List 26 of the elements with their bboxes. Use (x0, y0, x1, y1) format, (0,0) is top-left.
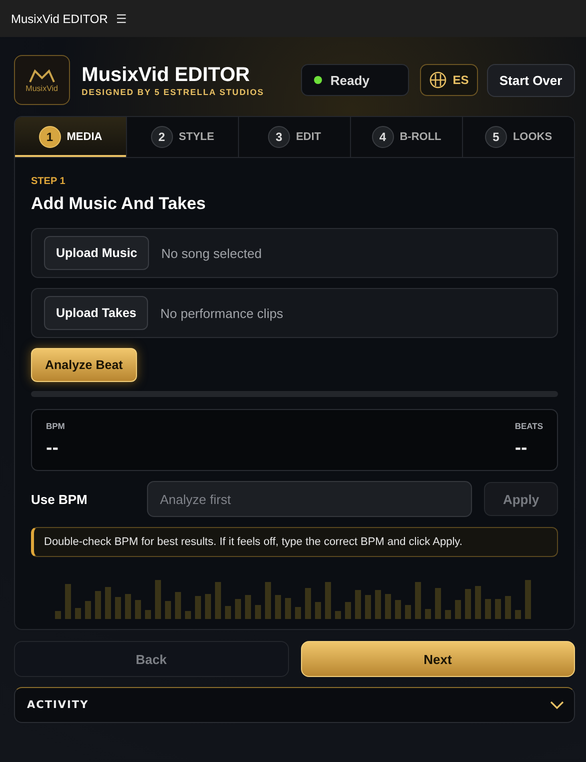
upload-button[interactable]: Upload Music (44, 236, 150, 270)
step-label: STEP 1 (31, 176, 66, 187)
app-heading: MusixVid EDITOR (82, 64, 251, 86)
stat-label: BPM (46, 421, 65, 431)
globe-icon (428, 71, 447, 89)
chevron-down-icon (550, 700, 564, 710)
step-title: Add Music And Takes (31, 194, 207, 214)
app-subtitle: DESIGNED BY 5 ESTRELLA STUDIOS (82, 86, 266, 96)
next-button[interactable]: Next (300, 641, 575, 677)
menu-button[interactable]: ☰ (116, 12, 127, 26)
language-button[interactable]: ES (420, 64, 478, 96)
start-over-button[interactable]: Start Over (486, 64, 576, 96)
upload-status: No performance clips (160, 306, 284, 320)
stat-value: -- (514, 439, 528, 457)
app-logo: MusixVid (14, 55, 70, 105)
analyze-button[interactable]: Analyze Beat (31, 348, 137, 382)
activity-toggle[interactable]: ACTIVITY (14, 687, 575, 723)
stat-label: BEATS (514, 421, 543, 431)
stat-value: -- (46, 439, 60, 457)
app-title: MusixVid EDITOR (11, 12, 108, 26)
bpm-label: Use BPM (31, 492, 88, 506)
hint-note: Double-check BPM for best results. If it feels off, type the correct BPM and click Apply. (31, 527, 558, 557)
step-tab[interactable]: 1 MEDIA (15, 117, 127, 157)
status-indicator: Ready (301, 64, 409, 96)
upload-button[interactable]: Upload Takes (44, 296, 148, 330)
upload-status: No song selected (161, 246, 262, 260)
